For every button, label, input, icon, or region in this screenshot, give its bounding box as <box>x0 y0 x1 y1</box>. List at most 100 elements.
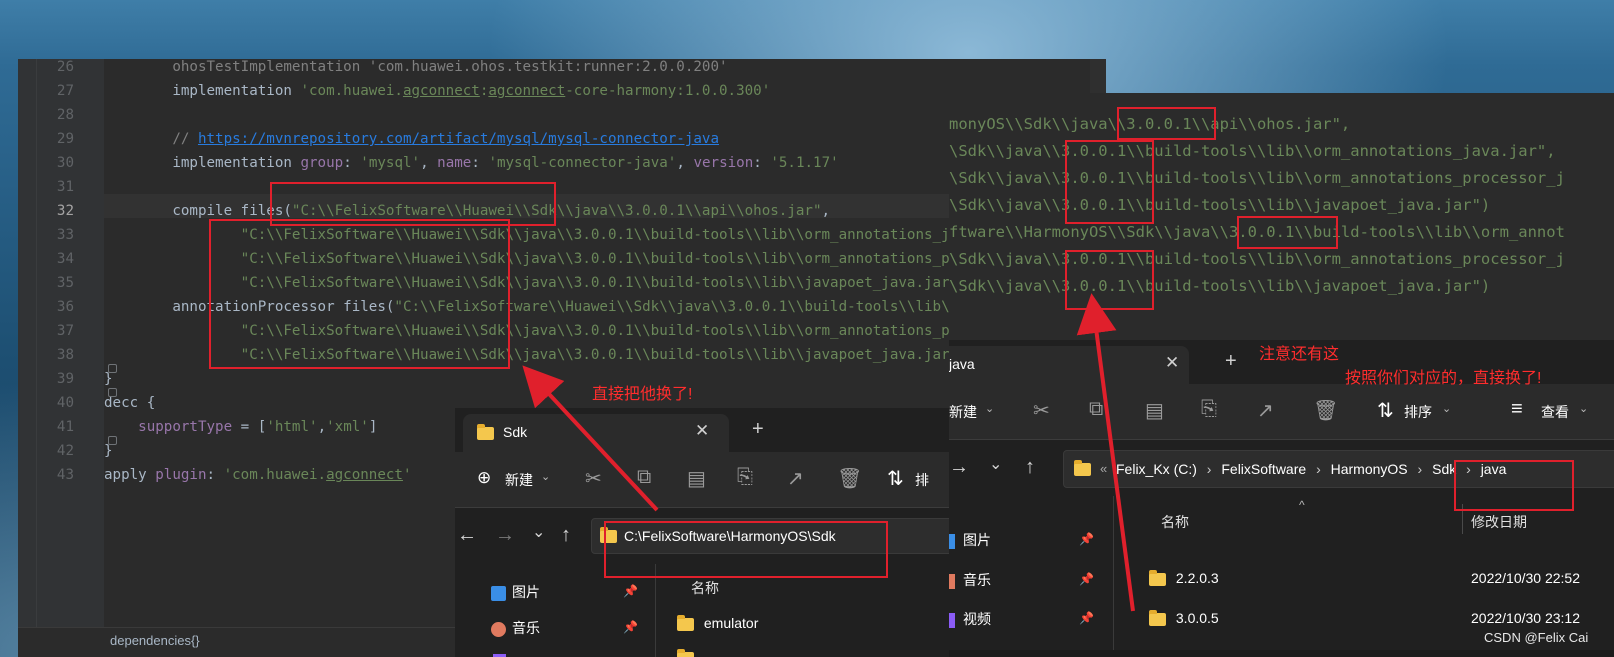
code-line[interactable]: 33 "C:\\FelixSoftware\\Huawei\\Sdk\\java… <box>18 223 1106 247</box>
line-number: 41 <box>56 419 74 435</box>
sidebar-item-pictures[interactable]: 图片 <box>949 530 991 550</box>
close-icon[interactable]: ✕ <box>1165 353 1179 373</box>
line-number: 40 <box>56 395 74 411</box>
code-line[interactable]: 32 compile files("C:\\FelixSoftware\\Hua… <box>18 199 1106 223</box>
back-arrow-icon[interactable]: ← <box>457 524 477 547</box>
sort-button[interactable]: 排序 <box>1404 402 1432 422</box>
fold-marker-icon[interactable] <box>108 436 117 445</box>
code-line[interactable]: 37 "C:\\FelixSoftware\\Huawei\\Sdk\\java… <box>18 319 1106 343</box>
recent-chevron-icon[interactable]: ⌄ <box>532 522 545 542</box>
rename-icon[interactable]: ⎘ <box>1201 398 1217 421</box>
paste-icon[interactable]: ▤ <box>1145 398 1164 423</box>
breadcrumb: Felix_Kx (C:) › FelixSoftware › HarmonyO… <box>1116 461 1506 477</box>
column-header-name[interactable]: 名称 <box>691 578 719 598</box>
code-line[interactable]: 34 "C:\\FelixSoftware\\Huawei\\Sdk\\java… <box>18 247 1106 271</box>
pin-icon[interactable]: 📌 <box>1079 611 1094 625</box>
pin-icon[interactable]: 📌 <box>1079 572 1094 586</box>
rename-icon[interactable]: ⎘ <box>737 466 753 489</box>
share-icon[interactable]: ↗ <box>787 466 804 491</box>
delete-icon[interactable]: 🗑 <box>837 466 862 491</box>
column-header-date[interactable]: 修改日期 <box>1471 512 1527 532</box>
new-button[interactable]: 新建 <box>949 402 977 422</box>
list-item[interactable]: emulator <box>677 614 758 631</box>
chevron-down-icon[interactable]: ⌄ <box>541 470 550 483</box>
breadcrumb-separator-icon: › <box>1316 461 1321 477</box>
close-icon[interactable]: ✕ <box>695 421 709 441</box>
sort-button[interactable]: 排 <box>915 470 929 490</box>
music-icon <box>949 573 955 589</box>
sidebar-item-pictures[interactable]: 图片 <box>491 582 540 602</box>
new-tab-icon[interactable]: + <box>752 418 764 441</box>
file-name: 3.0.0.5 <box>1175 610 1219 626</box>
up-arrow-icon[interactable]: ↑ <box>1025 456 1035 479</box>
code-token: 'html' <box>266 419 318 435</box>
cut-icon[interactable]: ✂ <box>585 466 602 491</box>
paste-icon[interactable]: ▤ <box>687 466 706 491</box>
code-line[interactable]: 35 "C:\\FelixSoftware\\Huawei\\Sdk\\java… <box>18 271 1106 295</box>
tab-sdk[interactable]: Sdk ✕ <box>463 414 729 452</box>
code-token: = [ <box>232 419 267 435</box>
code-line[interactable]: 38 "C:\\FelixSoftware\\Huawei\\Sdk\\java… <box>18 343 1106 367</box>
code-token: implementation <box>104 83 301 99</box>
chevron-down-icon[interactable]: ⌄ <box>985 402 994 415</box>
line-number: 37 <box>56 323 74 339</box>
plus-circle-icon[interactable]: ⊕ <box>477 468 491 488</box>
cut-icon[interactable]: ✂ <box>1033 398 1050 423</box>
table-row[interactable]: 3.0.0.5 2022/10/30 23:12 <box>1149 609 1614 626</box>
column-header-name[interactable]: 名称 <box>1161 512 1189 532</box>
code-token: : <box>206 467 224 483</box>
fold-marker-icon[interactable] <box>108 364 117 373</box>
code-token: group <box>300 155 344 171</box>
code-line[interactable]: 36 annotationProcessor files("C:\\FelixS… <box>18 295 1106 319</box>
zoomed-code-line: \Sdk\\java\\3.0.0.1\\build-tools\\lib\\o… <box>949 250 1565 268</box>
copy-icon[interactable]: ⧉ <box>637 466 651 489</box>
view-button[interactable]: 查看 <box>1541 402 1569 422</box>
new-tab-icon[interactable]: + <box>1225 350 1237 373</box>
copy-icon[interactable]: ⧉ <box>1089 398 1103 421</box>
sidebar-item-music[interactable]: 音乐 <box>491 618 540 638</box>
breadcrumb-item[interactable]: Felix_Kx (C:) <box>1116 461 1197 477</box>
up-arrow-icon[interactable]: ↑ <box>561 524 571 547</box>
pin-icon[interactable]: 📌 <box>623 620 638 634</box>
forward-arrow-icon[interactable]: → <box>495 524 515 547</box>
breadcrumb-item[interactable]: Sdk <box>1432 461 1456 477</box>
pin-icon[interactable]: 📌 <box>1079 532 1094 546</box>
sort-icon[interactable]: ⇅ <box>887 466 904 491</box>
folder-icon <box>1149 609 1166 626</box>
view-icon[interactable]: ≡ <box>1511 398 1523 421</box>
line-number: 31 <box>56 179 74 195</box>
fold-marker-icon[interactable] <box>108 388 117 397</box>
delete-icon[interactable]: 🗑 <box>1313 398 1338 423</box>
folder-icon <box>677 614 694 631</box>
table-row[interactable]: 2.2.0.3 2022/10/30 22:52 <box>1149 569 1614 586</box>
share-icon[interactable]: ↗ <box>1257 398 1274 423</box>
recent-chevron-icon[interactable]: ⌄ <box>989 454 1002 474</box>
code-line[interactable]: 39} <box>18 367 1106 391</box>
code-line[interactable]: 26 ohosTestImplementation 'com.huawei.oh… <box>18 59 1106 79</box>
line-number: 32 <box>56 203 74 219</box>
footer-breadcrumb-text[interactable]: dependencies{} <box>110 633 200 648</box>
code-line[interactable]: 30 implementation group: 'mysql', name: … <box>18 151 1106 175</box>
breadcrumb-item[interactable]: FelixSoftware <box>1221 461 1306 477</box>
pin-icon[interactable]: 📌 <box>623 584 638 598</box>
new-button[interactable]: 新建 <box>505 470 533 490</box>
code-token: agconnect <box>488 83 566 99</box>
breadcrumb-item[interactable]: HarmonyOS <box>1331 461 1408 477</box>
code-token: 'xml' <box>326 419 369 435</box>
sort-icon[interactable]: ⇅ <box>1377 398 1394 423</box>
chevron-down-icon[interactable]: ⌄ <box>1442 402 1451 415</box>
breadcrumb-separator-icon: › <box>1417 461 1423 477</box>
overflow-chevron-icon[interactable]: « <box>1100 461 1107 476</box>
tab-java[interactable]: java ✕ <box>949 346 1189 384</box>
sidebar-item-music[interactable]: 音乐 <box>949 570 991 590</box>
chevron-down-icon[interactable]: ⌄ <box>1579 402 1588 415</box>
code-line[interactable]: 31 <box>18 175 1106 199</box>
code-token: ] <box>368 419 378 435</box>
code-line[interactable]: 28 <box>18 103 1106 127</box>
forward-arrow-icon[interactable]: → <box>949 456 969 479</box>
code-line[interactable]: 29 // https://mvnrepository.com/artifact… <box>18 127 1106 151</box>
highlight-box-sdk-paths <box>209 219 510 369</box>
code-line[interactable]: 27 implementation 'com.huawei.agconnect:… <box>18 79 1106 103</box>
sidebar-item-videos[interactable]: 视频 <box>949 609 991 629</box>
code-token: -core-harmony:1.0.0.300' <box>565 83 771 99</box>
